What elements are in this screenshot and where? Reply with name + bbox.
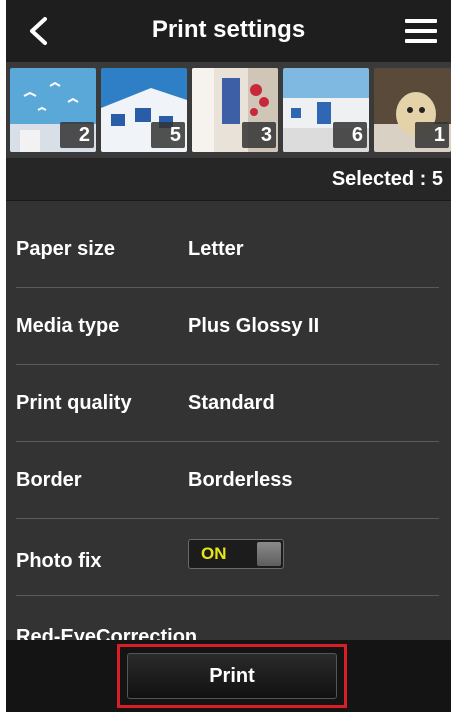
setting-label: Paper size: [16, 238, 115, 260]
paper-size-setting[interactable]: Paper size Letter: [16, 211, 439, 288]
header-bar: Print settings: [6, 0, 451, 62]
setting-value: Standard: [188, 392, 275, 414]
photo-fix-setting: Photo fix ON: [16, 519, 439, 596]
photo-thumbnail[interactable]: 1: [374, 68, 451, 152]
hamburger-menu-icon: [405, 19, 437, 43]
print-quality-setting[interactable]: Print quality Standard: [16, 365, 439, 442]
selection-count-bar: Selected : 5: [6, 158, 451, 201]
photo-thumbnail[interactable]: 6: [283, 68, 369, 152]
page-title: Print settings: [151, 16, 306, 43]
photo-thumbnail-strip[interactable]: 2 5 3 6 1: [6, 62, 451, 158]
photo-copy-count: 1: [415, 122, 449, 148]
app-screen: Print settings 2 5 3 6 1 Selected: 5 Pa…: [6, 0, 451, 712]
menu-button[interactable]: [401, 14, 441, 48]
setting-label: Border: [16, 469, 82, 491]
photo-thumbnail[interactable]: 2: [10, 68, 96, 152]
setting-label: Photo fix: [16, 550, 102, 572]
photo-copy-count: 3: [242, 122, 276, 148]
settings-list: Paper size Letter Media type Plus Glossy…: [6, 211, 451, 672]
photo-fix-toggle[interactable]: ON: [188, 539, 284, 569]
setting-label: Print quality: [16, 392, 132, 414]
print-button[interactable]: Print: [127, 653, 337, 699]
photo-copy-count: 6: [333, 122, 367, 148]
photo-copy-count: 2: [60, 122, 94, 148]
setting-label: Media type: [16, 315, 120, 337]
photo-copy-count: 5: [151, 122, 185, 148]
selected-count: Selected : 5: [331, 168, 443, 190]
photo-thumbnail[interactable]: 5: [101, 68, 187, 152]
setting-value: Plus Glossy II: [188, 315, 320, 337]
bottom-action-bar: Print: [6, 640, 451, 712]
border-setting[interactable]: Border Borderless: [16, 442, 439, 519]
setting-value: Borderless: [188, 469, 293, 491]
media-type-setting[interactable]: Media type Plus Glossy II: [16, 288, 439, 365]
photo-thumbnail[interactable]: 3: [192, 68, 278, 152]
toggle-knob: [257, 542, 281, 566]
setting-value: Letter: [188, 238, 244, 260]
toggle-state-label: ON: [201, 544, 227, 563]
